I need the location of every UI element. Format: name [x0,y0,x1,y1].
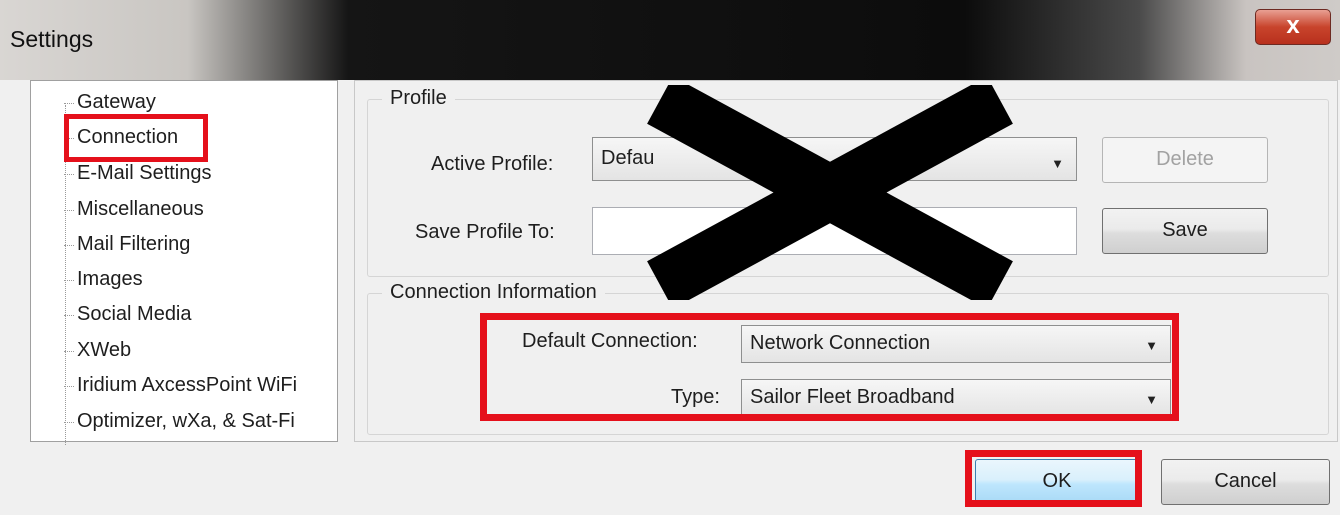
tree-item-email-settings[interactable]: E-Mail Settings [64,162,212,185]
connection-fields-highlight-box [480,313,1179,421]
save-button[interactable]: Save [1102,208,1268,254]
close-button[interactable]: x [1255,9,1331,45]
cancel-button[interactable]: Cancel [1161,459,1330,505]
settings-dialog: Settings x Gateway Connection E-Mail Set… [0,0,1340,515]
connection-highlight-box [64,114,208,162]
tree-item-miscellaneous[interactable]: Miscellaneous [64,198,204,221]
active-profile-label: Active Profile: [431,153,554,175]
cross-out-x-mark [647,85,1013,300]
save-profile-to-label: Save Profile To: [415,221,555,243]
ok-highlight-box [965,450,1142,507]
tree-item-mail-filtering[interactable]: Mail Filtering [63,233,190,256]
tree-item-optimizer-wxa-sat-fi[interactable]: Optimizer, wXa, & Sat-Fi [64,410,295,433]
tree-item-social-media[interactable]: Social Media [64,303,192,326]
tree-item-iridium-axcesspoint-wifi[interactable]: Iridium AxcessPoint WiFi [63,374,297,397]
window-title: Settings [10,26,94,52]
chevron-down-icon: ▼ [1051,156,1064,171]
profile-group-title: Profile [382,87,455,110]
tree-item-xweb[interactable]: XWeb [63,339,131,362]
close-icon: x [1286,12,1300,39]
title-bar[interactable]: Settings x [0,0,1340,80]
tree-item-gateway[interactable]: Gateway [64,91,156,114]
tree-item-images[interactable]: Images [64,268,143,291]
delete-button[interactable]: Delete [1102,137,1268,183]
connection-info-group-title: Connection Information [382,281,605,304]
